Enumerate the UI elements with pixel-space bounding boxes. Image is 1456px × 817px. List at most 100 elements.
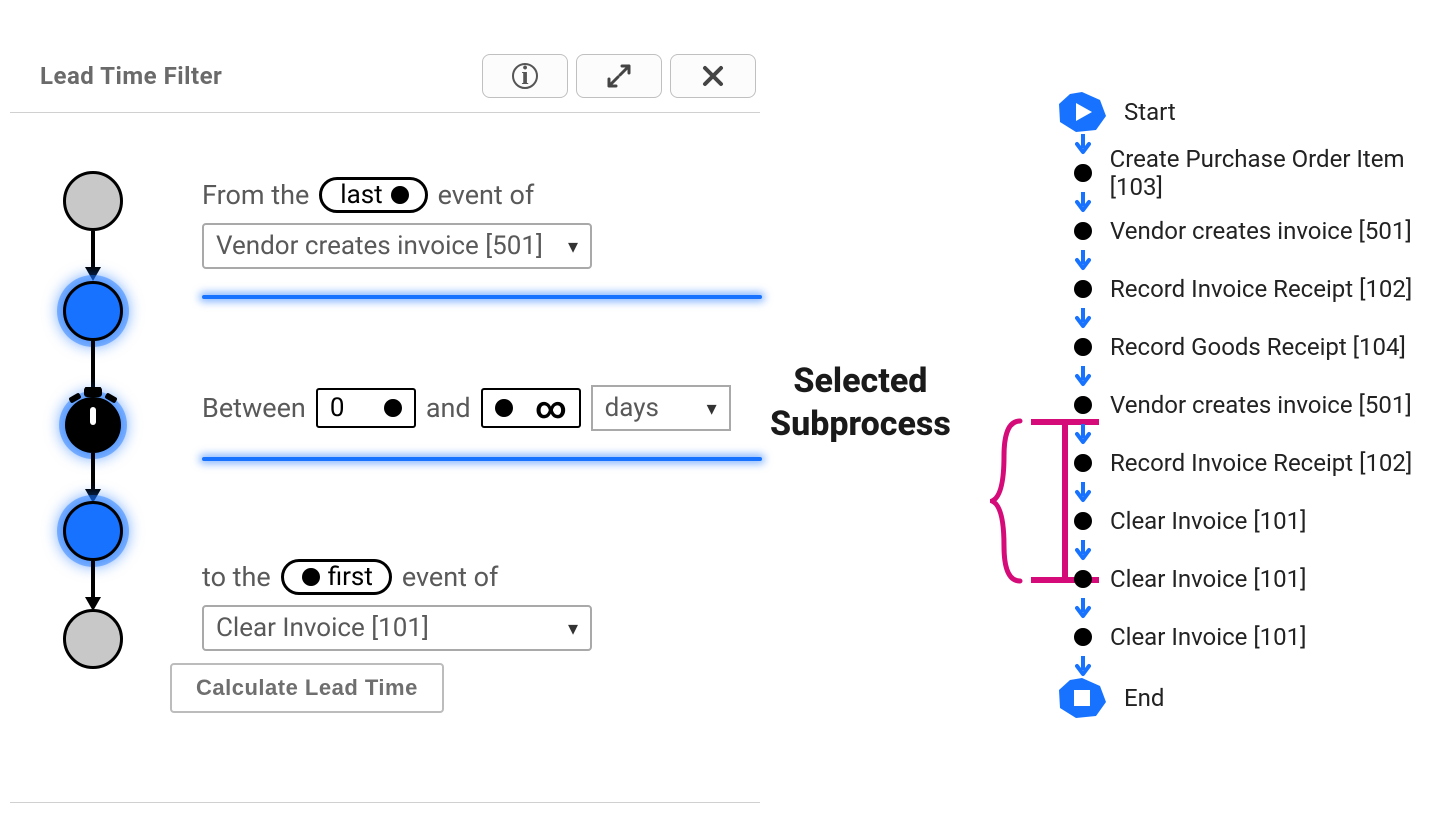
to-toggle[interactable]: first	[281, 559, 392, 595]
flow-arrow-icon	[1075, 656, 1456, 676]
selected-subprocess-label: Selected Subprocess	[770, 360, 951, 445]
flow-step: Create Purchase Order Item [103]	[1046, 154, 1456, 192]
to-group: to the first event of Clear Invoice [101…	[202, 559, 740, 651]
toggle-dot-icon	[391, 186, 409, 204]
toggle-dot-icon	[302, 568, 320, 586]
between-group: Between 0 and ∞ days ▾	[202, 385, 740, 461]
stopwatch-icon	[65, 397, 121, 453]
flow-step-label: Vendor creates invoice [501]	[1110, 217, 1412, 245]
chevron-down-icon: ▾	[707, 396, 717, 420]
flow-end: End	[1046, 676, 1456, 720]
panel-bottom-border	[10, 802, 760, 803]
between-min-input[interactable]: 0	[316, 388, 416, 428]
arrow-down-icon	[85, 267, 101, 281]
calculate-button[interactable]: Calculate Lead Time	[170, 663, 444, 713]
timeline-connector	[91, 453, 95, 491]
lead-time-filter-panel: Lead Time Filter i	[10, 46, 760, 793]
slider-dot-icon	[384, 399, 402, 417]
from-toggle[interactable]: last	[319, 177, 427, 213]
flow-start-label: Start	[1124, 98, 1176, 126]
panel-header: Lead Time Filter i	[10, 46, 760, 113]
section-divider	[202, 457, 762, 461]
section-divider	[202, 295, 762, 299]
timeline-start-node	[63, 171, 123, 231]
to-toggle-label: first	[328, 562, 373, 592]
between-min-value: 0	[330, 393, 345, 423]
flow-arrow-icon	[1075, 366, 1456, 386]
flow-arrow-icon	[1075, 482, 1456, 502]
timeline-connector	[91, 561, 95, 599]
flow-step: Clear Invoice [101]	[1046, 502, 1456, 540]
between-unit-value: days	[605, 393, 659, 423]
flow-step: Clear Invoice [101]	[1046, 560, 1456, 598]
from-event-select[interactable]: Vendor creates invoice [501] ▾	[202, 223, 592, 269]
info-icon: i	[512, 63, 538, 89]
chevron-down-icon: ▾	[568, 616, 578, 640]
flow-step-label: Clear Invoice [101]	[1110, 507, 1307, 535]
expand-icon	[606, 63, 632, 89]
flow-arrow-icon	[1075, 250, 1456, 270]
to-suffix: event of	[402, 561, 499, 593]
panel-toolbar: i	[482, 54, 756, 98]
expand-button[interactable]	[576, 54, 662, 98]
timeline-from-node	[63, 281, 123, 341]
bullet-icon	[1074, 628, 1092, 646]
bullet-icon	[1074, 222, 1092, 240]
timeline-to-node	[63, 501, 123, 561]
process-flow: Start Create Purchase Order Item [103] Ve…	[1046, 90, 1456, 720]
bullet-icon	[1074, 454, 1092, 472]
flow-step: Record Goods Receipt [104]	[1046, 328, 1456, 366]
end-badge-icon	[1056, 676, 1108, 720]
flow-step: Record Invoice Receipt [102]	[1046, 270, 1456, 308]
close-button[interactable]	[670, 54, 756, 98]
flow-arrow-icon	[1075, 598, 1456, 618]
start-badge-icon	[1056, 90, 1108, 134]
flow-arrow-icon	[1075, 424, 1456, 444]
timeline-connector	[91, 231, 95, 269]
flow-step-label: Vendor creates invoice [501]	[1110, 391, 1412, 419]
flow-step: Vendor creates invoice [501]	[1046, 386, 1456, 424]
flow-arrow-icon	[1075, 308, 1456, 328]
panel-title: Lead Time Filter	[40, 62, 222, 90]
from-toggle-label: last	[340, 180, 382, 210]
timeline-end-node	[63, 609, 123, 669]
flow-step-label: Record Goods Receipt [104]	[1110, 333, 1406, 361]
flow-step-label: Clear Invoice [101]	[1110, 623, 1307, 651]
annotation-line1: Selected	[770, 360, 951, 403]
bullet-icon	[1074, 280, 1092, 298]
flow-step-label: Create Purchase Order Item [103]	[1110, 145, 1456, 201]
from-prefix: From the	[202, 179, 309, 211]
timeline-connector	[91, 341, 95, 389]
slider-dot-icon	[495, 399, 513, 417]
bullet-icon	[1074, 570, 1092, 588]
between-unit-select[interactable]: days ▾	[591, 385, 731, 431]
between-max-input[interactable]: ∞	[481, 388, 581, 428]
bullet-icon	[1074, 512, 1092, 530]
from-suffix: event of	[438, 179, 535, 211]
to-event-value: Clear Invoice [101]	[216, 613, 429, 643]
bullet-icon	[1074, 338, 1092, 356]
flow-arrow-icon	[1075, 540, 1456, 560]
flow-end-label: End	[1124, 684, 1164, 712]
flow-step-label: Record Invoice Receipt [102]	[1110, 449, 1412, 477]
info-button[interactable]: i	[482, 54, 568, 98]
between-and: and	[426, 392, 471, 424]
flow-step: Record Invoice Receipt [102]	[1046, 444, 1456, 482]
bullet-icon	[1074, 396, 1092, 414]
timeline-diagram	[54, 171, 132, 741]
close-icon	[701, 64, 725, 88]
annotation-line2: Subprocess	[770, 403, 951, 446]
to-event-select[interactable]: Clear Invoice [101] ▾	[202, 605, 592, 651]
flow-step-label: Record Invoice Receipt [102]	[1110, 275, 1412, 303]
chevron-down-icon: ▾	[568, 234, 578, 258]
panel-body: From the last event of Vendor creates in…	[10, 113, 760, 793]
from-group: From the last event of Vendor creates in…	[202, 177, 740, 299]
bullet-icon	[1074, 164, 1092, 182]
flow-step: Vendor creates invoice [501]	[1046, 212, 1456, 250]
between-max-value: ∞	[535, 391, 567, 426]
to-prefix: to the	[202, 561, 271, 593]
flow-step-label: Clear Invoice [101]	[1110, 565, 1307, 593]
between-prefix: Between	[202, 392, 306, 424]
from-event-value: Vendor creates invoice [501]	[216, 231, 543, 261]
flow-step: Clear Invoice [101]	[1046, 618, 1456, 656]
